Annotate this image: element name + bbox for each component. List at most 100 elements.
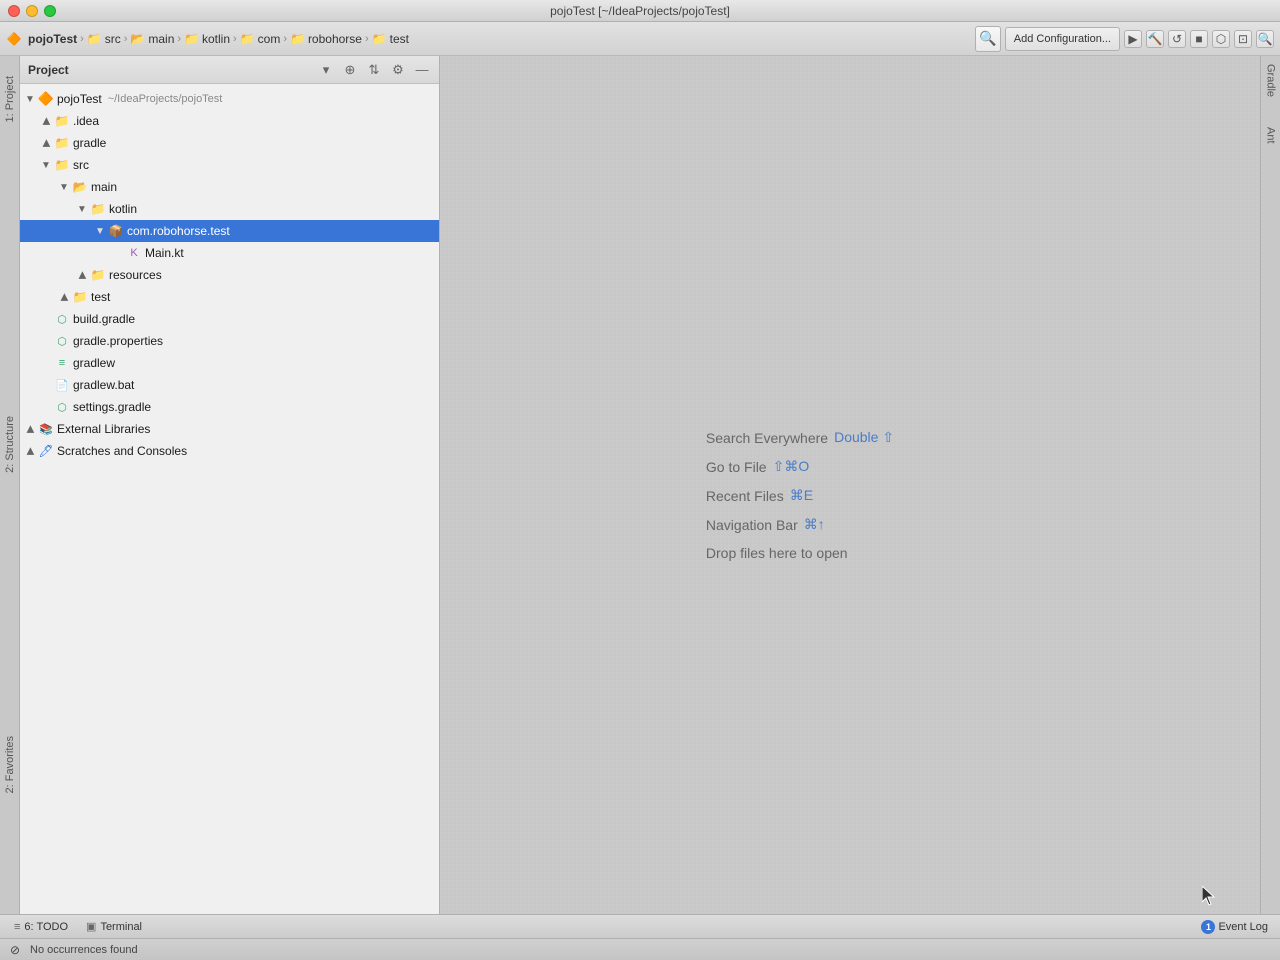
- hint-drop-files: Drop files here to open: [706, 545, 848, 561]
- maximize-button[interactable]: [44, 5, 56, 17]
- tree-arrow-package: ▼: [92, 223, 108, 239]
- tree-arrow-root: ▼: [22, 91, 38, 107]
- ant-tab[interactable]: Ant: [1265, 127, 1277, 144]
- tree-item-resources[interactable]: ▶ 📁 resources: [20, 264, 439, 286]
- breadcrumb-sep-5: ›: [365, 33, 369, 45]
- tree-item-buildgradle[interactable]: ▶ ⬡ build.gradle: [20, 308, 439, 330]
- event-log-label: Event Log: [1218, 921, 1268, 933]
- kotlin-folder-icon: 📁: [90, 201, 106, 217]
- tree-label-gradleprops: gradle.properties: [73, 334, 163, 348]
- terminal-tab[interactable]: ▣ Terminal: [78, 917, 150, 937]
- src-folder-icon: 📁: [54, 157, 70, 173]
- bottom-toolbar: ≡ 6: TODO ▣ Terminal 1 Event Log: [0, 914, 1280, 938]
- tree-arrow-scratches: ▶: [22, 443, 38, 459]
- tree-arrow-kotlin: ▼: [74, 201, 90, 217]
- tree-label-root-path: ~/IdeaProjects/pojoTest: [108, 93, 223, 105]
- tree-item-test[interactable]: ▶ 📁 test: [20, 286, 439, 308]
- tree-label-mainkt: Main.kt: [145, 246, 184, 260]
- panel-add-button[interactable]: ⊕: [341, 61, 359, 79]
- panel-gear-button[interactable]: ⚙: [389, 61, 407, 79]
- left-strip: 1: Project 2: Structure 2: Favorites: [0, 56, 20, 914]
- rebuild-button[interactable]: ↺: [1168, 30, 1186, 48]
- tree-item-root[interactable]: ▼ 🔶 pojoTest ~/IdeaProjects/pojoTest: [20, 88, 439, 110]
- window-title: pojoTest [~/IdeaProjects/pojoTest]: [550, 4, 730, 18]
- breadcrumb-main[interactable]: 📂 main: [130, 32, 174, 46]
- breadcrumb-sep-4: ›: [283, 33, 287, 45]
- todo-tab[interactable]: ≡ 6: TODO: [6, 917, 76, 937]
- project-panel-header: Project ▾ ⊕ ⇅ ⚙ —: [20, 56, 439, 84]
- breadcrumb-test[interactable]: 📁 test: [372, 32, 409, 46]
- project-panel-tab[interactable]: 1: Project: [4, 76, 16, 122]
- tree-arrow-test: ▶: [56, 289, 72, 305]
- structure-panel-tab[interactable]: 2: Structure: [4, 416, 16, 473]
- add-configuration-label: Add Configuration...: [1014, 33, 1111, 45]
- tree-item-gradleprops[interactable]: ▶ ⬡ gradle.properties: [20, 330, 439, 352]
- tree-label-gradle-folder: gradle: [73, 136, 106, 150]
- panel-dropdown-icon[interactable]: ▾: [317, 61, 335, 79]
- coverage-button[interactable]: ⬡: [1212, 30, 1230, 48]
- breadcrumb-label-src: src: [105, 32, 121, 46]
- resources-folder-icon: 📁: [90, 267, 106, 283]
- status-text: No occurrences found: [30, 944, 138, 956]
- tree-item-mainkt[interactable]: ▶ K Main.kt: [20, 242, 439, 264]
- folder-kotlin-icon: 📁: [184, 32, 199, 46]
- favorites-panel-tab[interactable]: 2: Favorites: [4, 736, 16, 793]
- folder-robohorse-icon: 📁: [290, 32, 305, 46]
- tree-item-idea[interactable]: ▶ 📁 .idea: [20, 110, 439, 132]
- mouse-cursor: [1202, 886, 1218, 909]
- main-folder-icon: 📂: [72, 179, 88, 195]
- tree-item-main[interactable]: ▼ 📂 main: [20, 176, 439, 198]
- panel-scroll-button[interactable]: ⇅: [365, 61, 383, 79]
- breadcrumb-label-main: main: [148, 32, 174, 46]
- tree-item-gradlewbat[interactable]: ▶ 📄 gradlew.bat: [20, 374, 439, 396]
- breadcrumb-label-robohorse: robohorse: [308, 32, 362, 46]
- tree-label-resources: resources: [109, 268, 162, 282]
- breadcrumb-src[interactable]: 📁 src: [87, 32, 121, 46]
- hint-search-shortcut: Double ⇧: [834, 429, 894, 446]
- add-configuration-button[interactable]: Add Configuration...: [1005, 27, 1120, 51]
- search-button[interactable]: 🔍: [1256, 30, 1274, 48]
- tree-item-gradle-folder[interactable]: ▶ 📁 gradle: [20, 132, 439, 154]
- search-everywhere-button[interactable]: 🔍: [975, 26, 1001, 52]
- tree-label-src: src: [73, 158, 89, 172]
- idea-folder-icon: 📁: [54, 113, 70, 129]
- gradle-props-icon: ⬡: [54, 333, 70, 349]
- tree-arrow-src: ▼: [38, 157, 54, 173]
- terminal-icon: ▣: [86, 920, 96, 933]
- panel-close-button[interactable]: —: [413, 61, 431, 79]
- tree-label-settingsgradle: settings.gradle: [73, 400, 151, 414]
- tree-item-gradlew[interactable]: ▶ ≡ gradlew: [20, 352, 439, 374]
- tree-item-src[interactable]: ▼ 📁 src: [20, 154, 439, 176]
- profile-button[interactable]: ⊡: [1234, 30, 1252, 48]
- breadcrumb-kotlin[interactable]: 📁 kotlin: [184, 32, 230, 46]
- hint-goto-shortcut: ⇧⌘O: [773, 458, 810, 475]
- breadcrumb-project[interactable]: 🔶 pojoTest: [6, 31, 77, 47]
- tree-item-kotlin[interactable]: ▼ 📁 kotlin: [20, 198, 439, 220]
- bottom-right: 1 Event Log: [1195, 920, 1274, 934]
- tree-item-package[interactable]: ▼ 📦 com.robohorse.test: [20, 220, 439, 242]
- tree-label-scratches: Scratches and Consoles: [57, 444, 187, 458]
- todo-icon: ≡: [14, 921, 20, 933]
- close-button[interactable]: [8, 5, 20, 17]
- minimize-button[interactable]: [26, 5, 38, 17]
- editor-area: Search Everywhere Double ⇧ Go to File ⇧⌘…: [440, 56, 1260, 914]
- tree-arrow-external: ▶: [22, 421, 38, 437]
- project-tree: ▼ 🔶 pojoTest ~/IdeaProjects/pojoTest ▶ 📁…: [20, 84, 439, 914]
- project-panel-title: Project: [28, 63, 311, 77]
- build-button[interactable]: 🔨: [1146, 30, 1164, 48]
- run-button[interactable]: ▶: [1124, 30, 1142, 48]
- stop-button[interactable]: ■: [1190, 30, 1208, 48]
- tree-item-external[interactable]: ▶ 📚 External Libraries: [20, 418, 439, 440]
- breadcrumb-label-kotlin: kotlin: [202, 32, 230, 46]
- event-log-button[interactable]: 1 Event Log: [1195, 920, 1274, 934]
- breadcrumb-robohorse[interactable]: 📁 robohorse: [290, 32, 362, 46]
- breadcrumb-com[interactable]: 📁 com: [240, 32, 281, 46]
- gradle-tab[interactable]: Gradle: [1265, 64, 1277, 97]
- terminal-label: Terminal: [100, 921, 142, 933]
- project-icon: 🔶: [6, 31, 22, 47]
- tree-item-scratches[interactable]: ▶ 🖊 Scratches and Consoles: [20, 440, 439, 462]
- main-layout: 1: Project 2: Structure 2: Favorites Pro…: [0, 56, 1280, 914]
- tree-item-settingsgradle[interactable]: ▶ ⬡ settings.gradle: [20, 396, 439, 418]
- breadcrumb-sep-0: ›: [80, 33, 84, 45]
- main-toolbar: 🔶 pojoTest › 📁 src › 📂 main › 📁 kotlin ›…: [0, 22, 1280, 56]
